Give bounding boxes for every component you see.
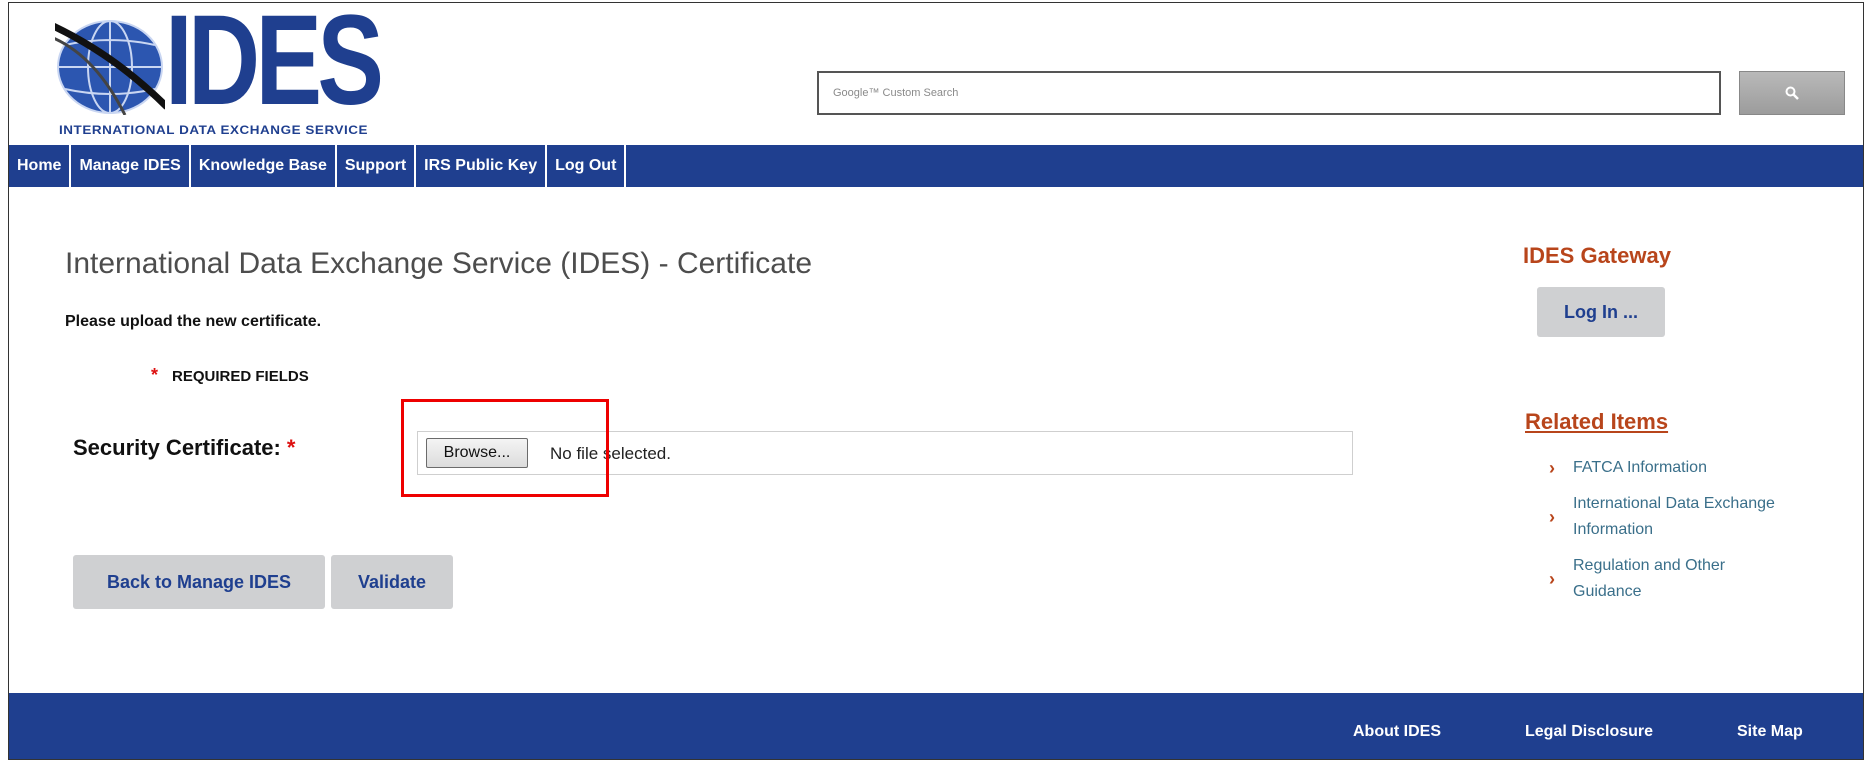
related-items-heading[interactable]: Related Items: [1525, 409, 1668, 435]
related-item-fatca[interactable]: › FATCA Information: [1549, 455, 1789, 481]
back-to-manage-ides-button[interactable]: Back to Manage IDES: [73, 555, 325, 609]
nav-manage-ides[interactable]: Manage IDES: [71, 145, 191, 187]
validate-button[interactable]: Validate: [331, 555, 453, 609]
login-button[interactable]: Log In ...: [1537, 287, 1665, 337]
related-item-regulation-guidance[interactable]: › Regulation and Other Guidance: [1549, 553, 1789, 605]
ides-gateway-heading: IDES Gateway: [1523, 243, 1671, 268]
nav-log-out[interactable]: Log Out: [547, 145, 627, 187]
chevron-right-icon: ›: [1549, 458, 1555, 478]
search-input[interactable]: Google™ Custom Search: [817, 71, 1721, 115]
field-label-text: Security Certificate:: [73, 435, 281, 460]
footer-site-map[interactable]: Site Map: [1737, 723, 1803, 741]
logo-subtitle: INTERNATIONAL DATA EXCHANGE SERVICE: [59, 123, 369, 137]
search-icon: [1785, 86, 1799, 100]
nav-support[interactable]: Support: [337, 145, 417, 187]
logo-wordmark: IDES: [165, 2, 384, 132]
page-frame: IDES INTERNATIONAL DATA EXCHANGE SERVICE…: [8, 2, 1864, 760]
highlight-annotation-box: [401, 399, 609, 497]
nav-irs-public-key[interactable]: IRS Public Key: [416, 145, 548, 187]
page-title: International Data Exchange Service (IDE…: [65, 247, 812, 280]
footer-about-ides[interactable]: About IDES: [1353, 723, 1441, 741]
ides-logo[interactable]: IDES INTERNATIONAL DATA EXCHANGE SERVICE: [55, 3, 384, 139]
search-placeholder: Google™ Custom Search: [833, 87, 959, 99]
required-asterisk: *: [286, 435, 296, 460]
nav-home[interactable]: Home: [9, 145, 72, 187]
related-item-label: Regulation and Other Guidance: [1573, 557, 1726, 600]
instruction-text: Please upload the new certificate.: [65, 313, 322, 330]
related-item-international-data-exchange[interactable]: › International Data Exchange Informatio…: [1549, 491, 1789, 543]
chevron-right-icon: ›: [1549, 569, 1555, 589]
related-items-list: › FATCA Information › International Data…: [1549, 455, 1789, 615]
globe-logo-icon: [55, 15, 165, 115]
nav-knowledge-base[interactable]: Knowledge Base: [191, 145, 337, 187]
required-asterisk: *: [151, 365, 159, 385]
footer-legal-disclosure[interactable]: Legal Disclosure: [1525, 723, 1653, 741]
required-fields-note: * REQUIRED FIELDS: [151, 365, 309, 386]
search-button[interactable]: [1739, 71, 1845, 115]
related-item-label: FATCA Information: [1573, 459, 1707, 476]
related-item-label: International Data Exchange Information: [1573, 495, 1775, 538]
required-fields-label: REQUIRED FIELDS: [172, 368, 309, 385]
chevron-right-icon: ›: [1549, 507, 1555, 527]
footer: About IDES Legal Disclosure Site Map: [9, 693, 1863, 759]
security-certificate-label: Security Certificate: *: [73, 435, 295, 461]
main-nav: Home Manage IDES Knowledge Base Support …: [9, 145, 1863, 187]
